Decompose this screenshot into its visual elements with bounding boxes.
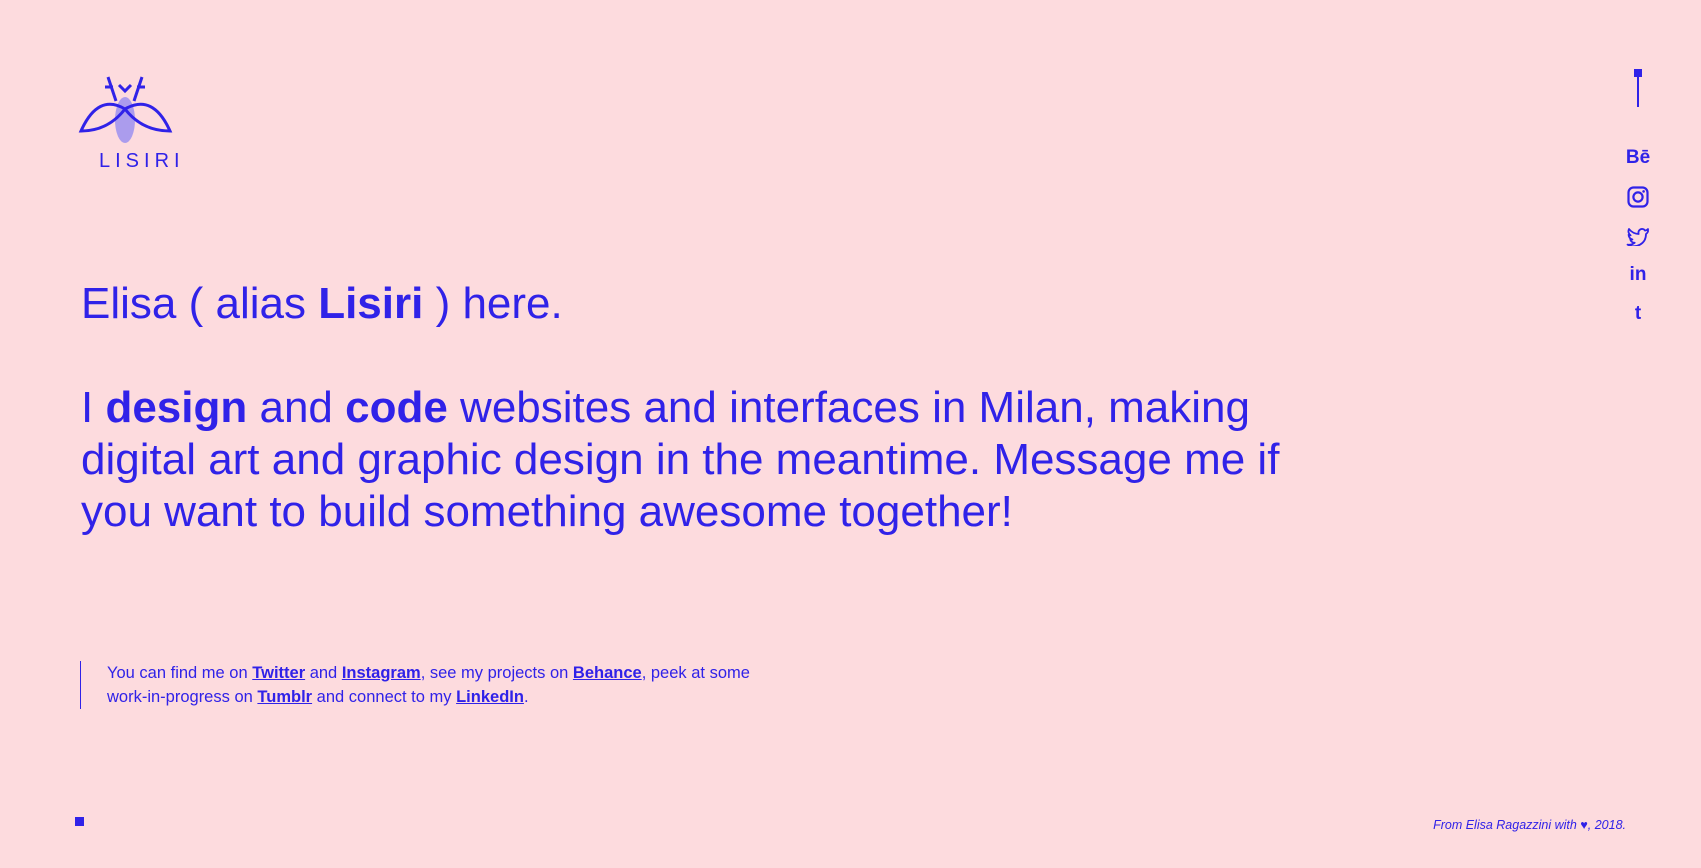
social-links: Bē in t: [1620, 145, 1656, 327]
behance-link[interactable]: Behance: [573, 664, 642, 682]
alias-name: Lisiri: [318, 279, 424, 328]
instagram-icon[interactable]: [1627, 184, 1649, 210]
body-text: I: [81, 383, 106, 432]
code-word: code: [345, 383, 448, 432]
find-text: .: [523, 688, 529, 706]
scroll-indicator-line: [1637, 77, 1639, 107]
footer-credit: From Elisa Ragazzini with ♥, 2018.: [1433, 818, 1626, 832]
intro-text-end: ) here.: [423, 279, 563, 328]
find-text: and connect to my: [312, 688, 457, 706]
twitter-icon[interactable]: [1626, 223, 1650, 249]
footer-text: From Elisa Ragazzini with: [1433, 818, 1577, 832]
scroll-indicator-square: [1634, 69, 1642, 77]
logo-text: LISIRI: [99, 150, 185, 172]
heart-icon: ♥: [1580, 818, 1588, 832]
find-text: and: [305, 664, 342, 682]
tumblr-icon[interactable]: t: [1635, 301, 1641, 327]
hero-intro: Elisa ( alias Lisiri ) here.: [81, 278, 1331, 330]
linkedin-icon[interactable]: in: [1630, 262, 1647, 288]
footer-year: , 2018.: [1587, 818, 1626, 832]
scroll-indicator: [1634, 69, 1642, 109]
find-text: You can find me on: [107, 664, 253, 682]
body-text: and: [247, 383, 346, 432]
hero-body: I design and code websites and interface…: [81, 382, 1331, 538]
tumblr-link[interactable]: Tumblr: [257, 688, 312, 706]
linkedin-link[interactable]: LinkedIn: [456, 688, 524, 706]
corner-square: [75, 817, 84, 826]
instagram-link[interactable]: Instagram: [342, 664, 421, 682]
find-me-blockquote: You can find me on Twitter and Instagram…: [80, 661, 757, 709]
intro-text: Elisa ( alias: [81, 279, 319, 328]
twitter-link[interactable]: Twitter: [252, 664, 305, 682]
design-word: design: [105, 383, 248, 432]
behance-icon[interactable]: Bē: [1626, 145, 1650, 171]
hero: Elisa ( alias Lisiri ) here. I design an…: [81, 278, 1331, 538]
find-text: , see my projects on: [420, 664, 573, 682]
